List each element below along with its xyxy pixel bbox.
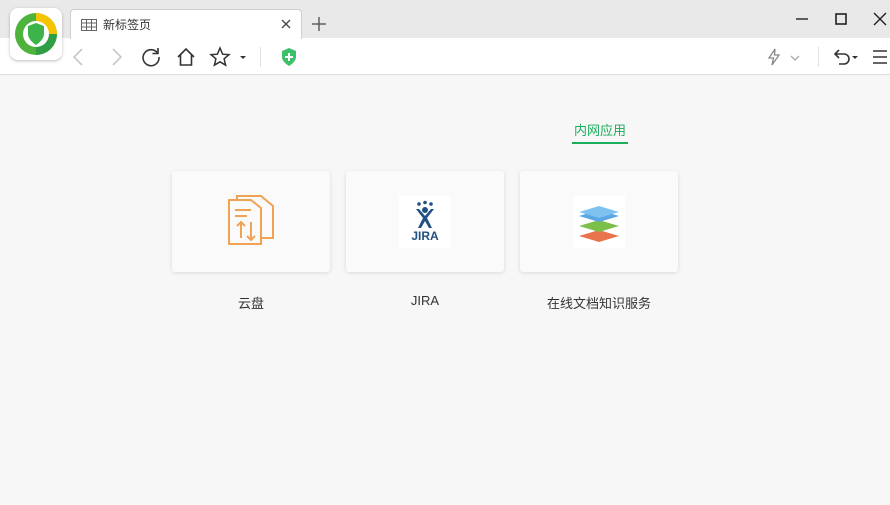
cloud-disk-icon <box>228 194 274 245</box>
app-card-online-docs[interactable] <box>520 171 678 272</box>
active-tab-underline <box>572 142 628 144</box>
close-window-icon[interactable] <box>871 10 889 28</box>
grid-icon <box>81 18 97 31</box>
minimize-icon[interactable] <box>793 10 811 28</box>
refresh-icon[interactable] <box>140 46 162 68</box>
maximize-icon[interactable] <box>832 10 850 28</box>
tab-title: 新标签页 <box>103 18 152 32</box>
app-card-cloud-disk[interactable] <box>172 171 330 272</box>
bookmark-dropdown-icon[interactable] <box>237 46 249 68</box>
browser-logo-icon[interactable] <box>10 8 62 60</box>
app-card-jira[interactable]: JIRA <box>346 171 504 272</box>
lightning-icon[interactable] <box>763 46 785 68</box>
undo-icon[interactable] <box>830 46 852 68</box>
app-label-online-docs[interactable]: 在线文档知识服务 <box>520 293 678 312</box>
layers-icon <box>573 195 625 248</box>
app-label-cloud-disk[interactable]: 云盘 <box>172 293 330 312</box>
new-tab-icon[interactable] <box>310 15 328 33</box>
chevron-down-icon[interactable] <box>787 46 803 68</box>
star-icon[interactable] <box>209 46 231 68</box>
back-icon[interactable] <box>68 46 90 68</box>
menu-icon[interactable] <box>868 46 890 68</box>
home-icon[interactable] <box>175 46 197 68</box>
toolbar-separator <box>818 47 819 67</box>
app-label-jira[interactable]: JIRA <box>346 293 504 308</box>
jira-icon: JIRA <box>399 195 451 248</box>
tab-intranet-apps[interactable]: 内网应用 <box>572 120 628 139</box>
close-tab-icon[interactable] <box>279 17 293 31</box>
tab-new-tab[interactable]: 新标签页 <box>70 9 302 39</box>
toolbar-separator <box>260 47 261 67</box>
shield-icon[interactable] <box>278 46 300 68</box>
toolbar <box>0 38 890 75</box>
undo-dropdown-icon[interactable] <box>850 46 860 68</box>
forward-icon[interactable] <box>105 46 127 68</box>
jira-logo-text: JIRA <box>411 229 439 243</box>
